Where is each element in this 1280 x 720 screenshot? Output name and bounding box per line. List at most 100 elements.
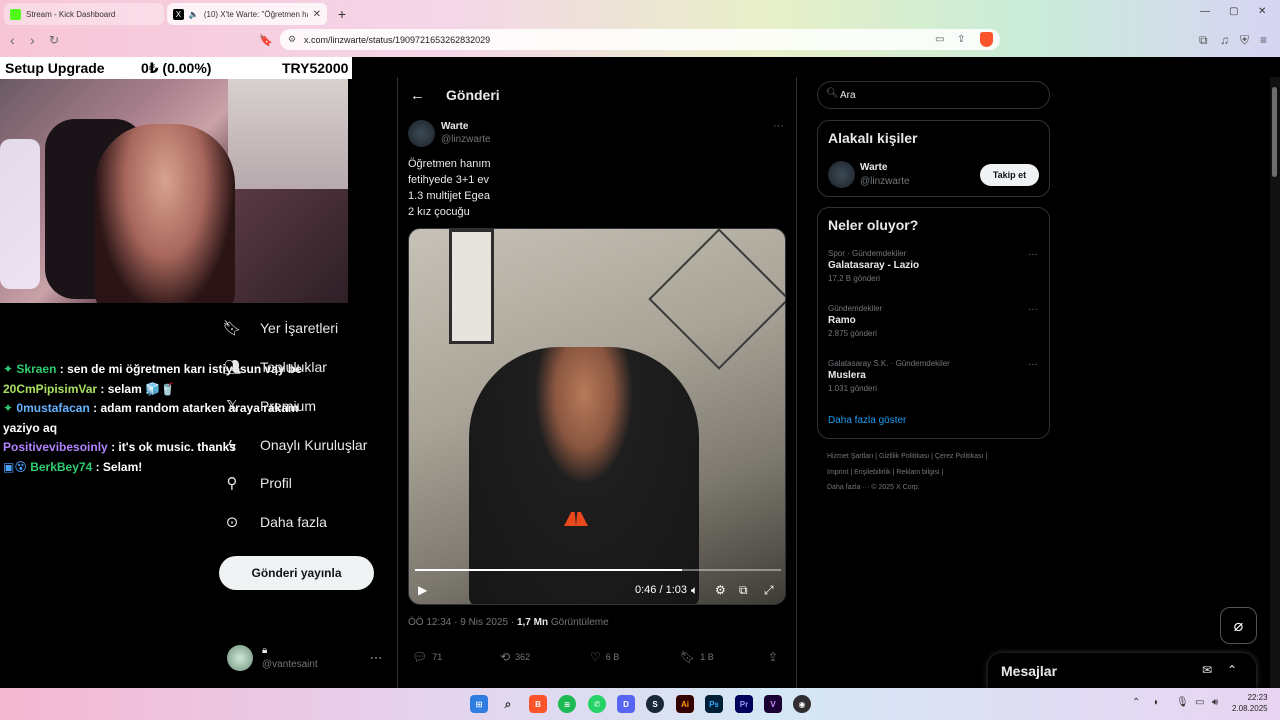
tab-kick-dashboard[interactable]: Stream - Kick Dashboard — [4, 3, 164, 25]
bookmark-page-icon[interactable]: 🔖 — [259, 34, 273, 47]
webcam-feed — [0, 79, 348, 303]
more-options-icon[interactable]: ··· — [1028, 359, 1038, 370]
expand-icon[interactable]: ⌃ — [1227, 663, 1237, 677]
like-button[interactable]: ♡ 6 B — [590, 650, 619, 664]
trend-item[interactable]: Galatasaray S.K. · Gündemdekiler Muslera… — [828, 359, 1038, 393]
relevant-handle[interactable]: @linzwarte — [860, 176, 910, 187]
microphone-icon[interactable]: 🎙︎ — [1176, 697, 1189, 708]
post-line: 1.3 multijet Egea — [408, 190, 490, 202]
tray-chevron-icon[interactable]: ⌃ — [1132, 697, 1140, 708]
relevant-name[interactable]: Warte — [860, 162, 887, 173]
share-icon[interactable]: ⇪ — [957, 34, 965, 45]
address-bar[interactable]: ⚙ x.com/linzwarte/status/190972165326283… — [280, 29, 1000, 50]
scroll-thumb[interactable] — [1272, 87, 1277, 177]
clock[interactable]: 22:23 2.08.2025 — [1232, 692, 1268, 714]
close-tab-icon[interactable]: ✕ — [313, 9, 321, 20]
start-icon[interactable]: ⊞ — [470, 695, 488, 713]
more-options-icon[interactable]: ··· — [1028, 249, 1038, 260]
page-title: Gönderi — [446, 87, 500, 103]
whatsapp-icon[interactable]: ✆ — [588, 695, 606, 713]
back-arrow-icon[interactable]: ← — [410, 87, 425, 104]
site-info-icon[interactable]: ⚙ — [288, 34, 296, 45]
nav-premium[interactable]: 𝕏 Premium — [222, 394, 316, 418]
search-icon[interactable]: ⌕ — [499, 695, 517, 713]
footer-links[interactable]: Imprint | Erişilebilirlik | Reklam bilgi… — [827, 469, 943, 476]
media-icon[interactable]: ♫ — [1220, 33, 1229, 47]
nav-label: Topluluklar — [260, 359, 327, 375]
post-button[interactable]: Gönderi yayınla — [219, 556, 374, 590]
follow-button[interactable]: Takip et — [980, 164, 1039, 186]
display-icon[interactable]: ▭ — [1195, 697, 1204, 708]
discord-icon[interactable]: D — [617, 695, 635, 713]
author-avatar[interactable] — [408, 120, 435, 147]
grok-icon[interactable]: ⌀ — [1220, 607, 1257, 644]
pip-icon[interactable]: ⧉ — [739, 583, 748, 598]
reload-icon[interactable]: ↻ — [49, 33, 59, 47]
tab-x-post[interactable]: X 🔈 (10) X'te Warte: "Öğretmen ha ✕ — [167, 3, 327, 25]
fullscreen-icon[interactable]: ⤢ — [764, 583, 774, 598]
views-label: Görüntüleme — [548, 617, 609, 628]
illustrator-icon[interactable]: Ai — [676, 695, 694, 713]
more-options-icon[interactable]: ··· — [1028, 304, 1038, 315]
vpn-icon[interactable]: ⛨ — [1240, 33, 1249, 48]
close-window-icon[interactable]: ✕ — [1258, 6, 1266, 17]
reply-button[interactable]: 💬︎ 71 — [412, 650, 442, 664]
steam-icon[interactable]: S — [646, 695, 664, 713]
brave-icon[interactable]: B — [529, 695, 547, 713]
more-options-icon[interactable]: ··· — [773, 120, 784, 132]
nav-label: Premium — [260, 398, 317, 414]
volume-icon[interactable]: 🔈︎ — [691, 583, 698, 598]
photoshop-icon[interactable]: Ps — [705, 695, 723, 713]
obs-icon[interactable]: ◉ — [793, 695, 811, 713]
video-progress-bar[interactable] — [415, 569, 781, 571]
trend-item[interactable]: Spor · Gündemdekiler Galatasaray - Lazio… — [828, 249, 1038, 283]
footer-links[interactable]: Daha fazla ··· © 2025 X Corp. — [827, 484, 920, 491]
nav-profile[interactable]: ⚲ Profil — [222, 471, 292, 495]
aftereffects-icon[interactable]: V — [764, 695, 782, 713]
brave-shield-icon[interactable] — [980, 32, 993, 47]
spotify-icon[interactable]: ≋ — [558, 695, 576, 713]
extensions-icon[interactable]: ⧉ — [1199, 33, 1208, 48]
panel-title: Neler oluyor? — [828, 217, 919, 233]
author-name[interactable]: Warte — [441, 121, 468, 132]
goal-label: Setup Upgrade — [5, 60, 105, 76]
clock-time: 22:23 — [1247, 693, 1268, 702]
show-more-link[interactable]: Daha fazla göster — [828, 415, 906, 426]
trend-item[interactable]: Gündemdekiler Ramo 2.875 gönderi ··· — [828, 304, 1038, 338]
maximize-icon[interactable]: ▢ — [1229, 6, 1238, 17]
minimize-icon[interactable]: — — [1200, 6, 1210, 17]
post-line: 2 kız çocuğu — [408, 206, 470, 218]
premiere-icon[interactable]: Pr — [735, 695, 753, 713]
avatar[interactable] — [828, 161, 855, 188]
search-input[interactable]: 🔍︎ Ara — [817, 81, 1050, 109]
communities-icon: 👥︎ — [222, 359, 242, 376]
like-count: 6 B — [605, 652, 620, 662]
menu-icon[interactable]: ≡ — [1260, 33, 1267, 47]
cast-icon[interactable]: ▭ — [935, 34, 944, 45]
url-text: x.com/linzwarte/status/19097216532628320… — [304, 34, 491, 45]
play-icon[interactable]: ▶ — [418, 583, 427, 597]
share-button[interactable]: ⇪ — [768, 650, 778, 664]
author-handle[interactable]: @linzwarte — [441, 134, 491, 145]
new-tab-button[interactable]: + — [333, 5, 351, 23]
repost-button[interactable]: ⟲ 362 — [500, 650, 530, 664]
new-message-icon[interactable]: ✉ — [1202, 663, 1212, 677]
tray-discord-icon[interactable]: ◗ — [1153, 697, 1159, 708]
nav-communities[interactable]: 👥︎ Topluluklar — [222, 355, 327, 379]
back-icon[interactable]: ‹ — [10, 32, 15, 48]
chat-text: : selam 🧊🥤 — [100, 381, 175, 396]
nav-bookmarks[interactable]: 🔖︎ Yer İşaretleri — [222, 316, 338, 340]
account-menu-icon[interactable]: ··· — [370, 650, 382, 664]
nav-verified-orgs[interactable]: ϟ Onaylı Kuruluşlar — [222, 433, 367, 457]
nav-more[interactable]: ⊙ Daha fazla — [222, 510, 327, 534]
bookmark-button[interactable]: 🔖︎ 1 B — [680, 650, 714, 664]
settings-icon[interactable]: ⚙ — [715, 583, 726, 597]
page-scrollbar[interactable] — [1270, 77, 1280, 688]
footer-links[interactable]: Hizmet Şartları | Gizlilik Politikası | … — [827, 453, 987, 460]
video-player[interactable]: ▶ 0:46 / 1:03 🔈︎ ⚙ ⧉ ⤢ — [408, 228, 786, 605]
account-avatar[interactable] — [227, 645, 253, 671]
account-handle: @vantesaint — [262, 659, 318, 670]
forward-icon[interactable]: › — [30, 32, 35, 48]
volume-icon[interactable]: 🔊︎ — [1212, 697, 1218, 708]
messages-drawer[interactable]: Mesajlar ✉ ⌃ — [988, 653, 1256, 689]
